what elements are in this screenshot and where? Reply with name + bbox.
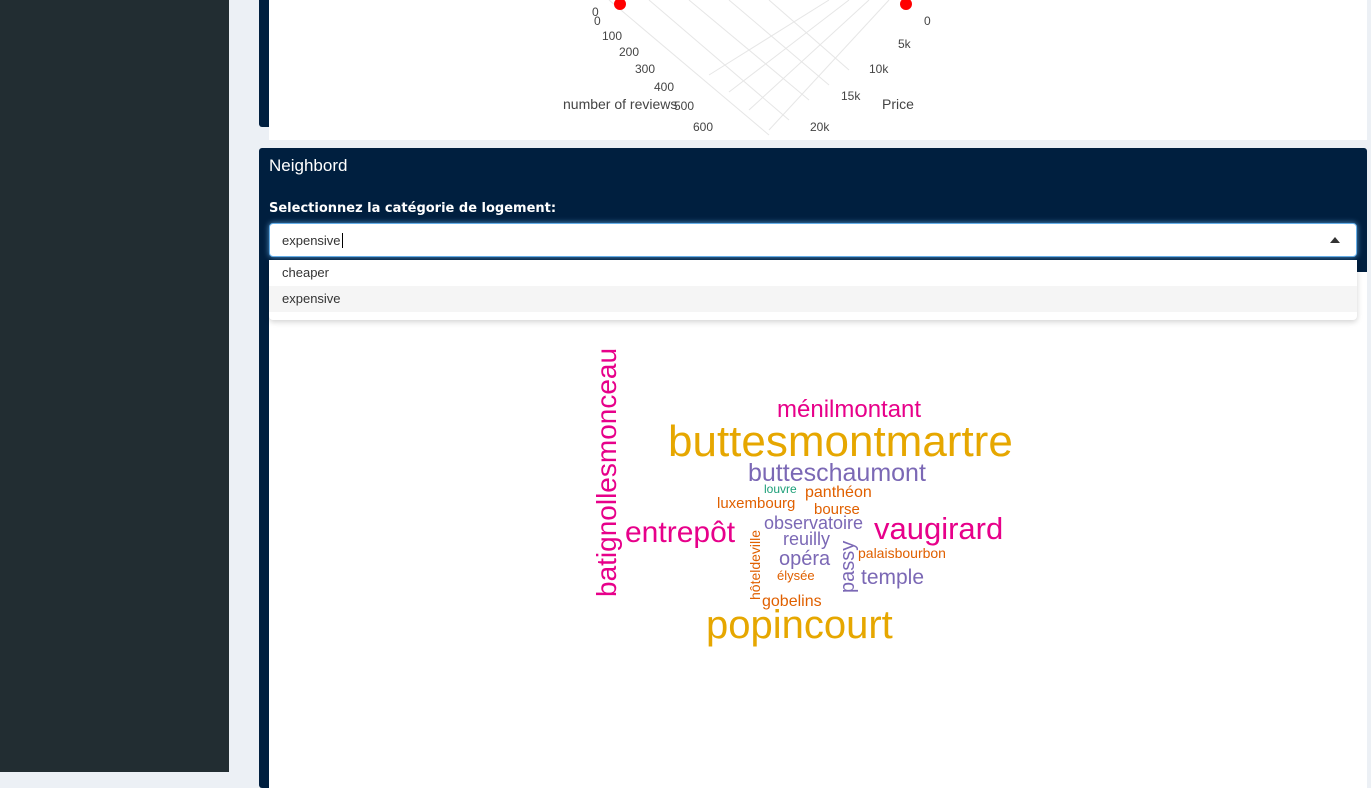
word-label: louvre	[764, 482, 797, 496]
x-tick: 600	[693, 120, 713, 134]
select-label: Selectionnez la catégorie de logement:	[269, 201, 557, 216]
option-expensive[interactable]: expensive	[269, 286, 1357, 312]
x-tick: 300	[635, 62, 655, 76]
select-input[interactable]: expensive	[282, 233, 343, 248]
word-label: ménilmontant	[777, 396, 921, 423]
word-label: élysée	[777, 568, 815, 583]
y-tick: 0	[924, 14, 931, 28]
x-tick: 200	[619, 45, 639, 59]
word-label: batignollesmonceau	[591, 348, 622, 597]
x-tick: 400	[654, 80, 674, 94]
word-label: entrepôt	[625, 516, 736, 549]
category-select[interactable]: expensive	[269, 223, 1357, 257]
text-cursor	[341, 233, 343, 248]
box-title: Neighbord	[269, 156, 348, 175]
word-label: temple	[861, 566, 924, 589]
word-label: reuilly	[783, 529, 830, 549]
word-label: luxembourg	[717, 495, 795, 512]
select-value: expensive	[282, 233, 341, 248]
option-cheaper[interactable]: cheaper	[269, 260, 1357, 286]
x-axis-title: number of reviews	[563, 96, 677, 112]
word-label: bourse	[814, 501, 860, 518]
data-point[interactable]	[900, 0, 912, 10]
y-tick: 10k	[869, 62, 889, 76]
x-tick: 100	[602, 29, 622, 43]
word-label: gobelins	[762, 593, 822, 610]
word-label: vaugirard	[874, 511, 1003, 546]
word-label: panthéon	[805, 484, 872, 501]
data-point[interactable]	[614, 0, 626, 10]
y-tick: 20k	[810, 120, 830, 134]
y-axis-title: Price	[882, 96, 914, 112]
select-dropdown: cheaper expensive	[269, 260, 1357, 320]
caret-up-icon[interactable]	[1330, 237, 1340, 243]
y-tick: 5k	[898, 37, 912, 51]
scatter3d-plot[interactable]: 0 0 100 200 300 400 500 600 number of re…	[269, 0, 1367, 140]
word-label: opéra	[779, 548, 831, 570]
sidebar	[0, 0, 229, 772]
wordcloud: buttesmontmartre popincourt batignollesm…	[560, 320, 1080, 660]
word-label: palaisbourbon	[858, 545, 946, 561]
word-label: passy	[837, 541, 859, 593]
y-tick: 15k	[841, 89, 861, 103]
x-tick: 0	[594, 14, 601, 28]
word-label: hôteldeville	[747, 530, 763, 600]
